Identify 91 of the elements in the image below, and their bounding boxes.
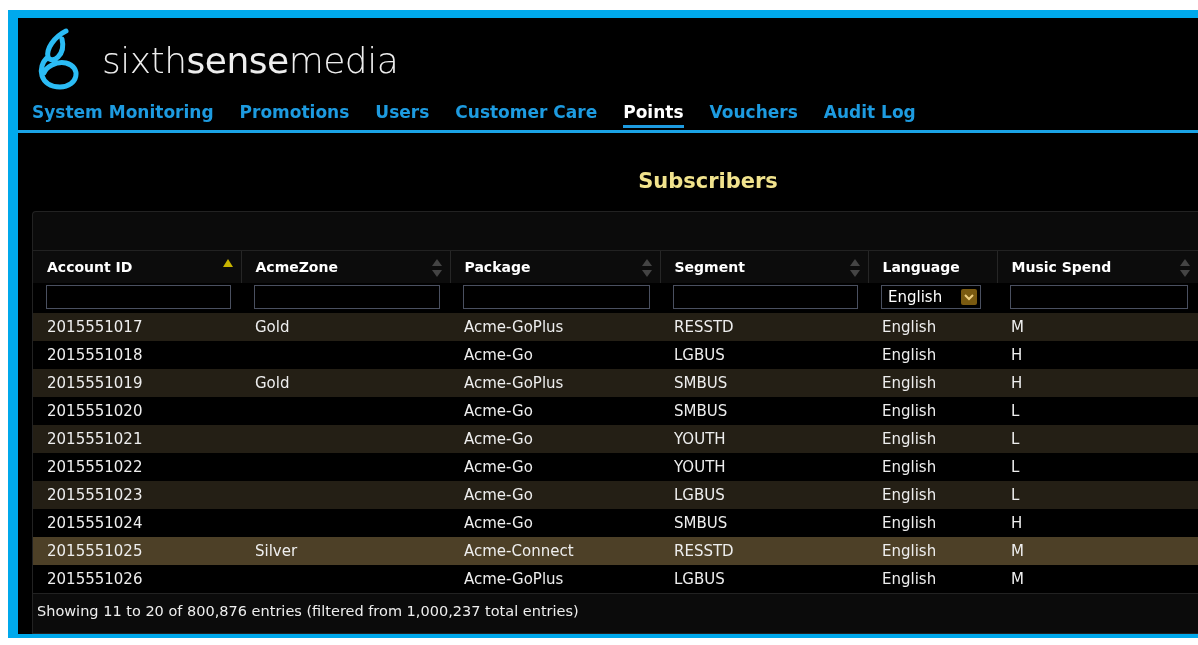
- table-cell: Acme-GoPlus: [464, 318, 564, 336]
- table-row[interactable]: 2015551026 Acme-GoPlus LGBUS English M: [33, 565, 1198, 593]
- table-row[interactable]: 2015551025 Silver Acme-Connect RESSTD English M: [33, 537, 1198, 565]
- table-cell: LGBUS: [674, 486, 725, 504]
- table-row[interactable]: 2015551020 Acme-Go SMBUS English L: [33, 397, 1198, 425]
- table-cell: SMBUS: [674, 374, 728, 392]
- table-cell: YOUTH: [674, 458, 726, 476]
- nav-tab[interactable]: System Monitoring: [32, 102, 214, 128]
- column-header[interactable]: Package: [450, 251, 660, 283]
- sort-icon[interactable]: [1179, 259, 1190, 277]
- table-cell: H: [1011, 514, 1023, 532]
- table-cell: English: [882, 402, 937, 420]
- table-cell: English: [882, 486, 937, 504]
- table-cell: English: [882, 318, 937, 336]
- table-cell: English: [882, 570, 937, 588]
- nav-tab[interactable]: Users: [375, 102, 430, 128]
- nav-tab[interactable]: Points: [623, 102, 684, 128]
- table-cell: 2015551021: [47, 430, 143, 448]
- table-cell: English: [882, 346, 937, 364]
- page-title: Subscribers: [637, 169, 779, 193]
- table-cell: H: [1011, 346, 1023, 364]
- table-cell: English: [882, 430, 937, 448]
- table-cell: YOUTH: [674, 430, 726, 448]
- table-cell: Gold: [255, 374, 290, 392]
- table-cell: 2015551020: [47, 402, 143, 420]
- filter-field[interactable]: [463, 285, 650, 309]
- table-row[interactable]: 2015551022 Acme-Go YOUTH English L: [33, 453, 1198, 481]
- table-cell: Acme-GoPlus: [464, 374, 564, 392]
- table-cell: English: [882, 514, 937, 532]
- table-cell: 2015551025: [47, 542, 143, 560]
- table-cell: LGBUS: [674, 570, 725, 588]
- filter-field[interactable]: [46, 285, 231, 309]
- filter-field[interactable]: [673, 285, 858, 309]
- caret-icon: [961, 289, 977, 305]
- sort-ascending-icon[interactable]: [222, 259, 233, 267]
- table-cell: H: [1011, 374, 1023, 392]
- filter-field[interactable]: [1010, 285, 1188, 309]
- nav-tab[interactable]: Customer Care: [455, 102, 598, 128]
- table-cell: 2015551023: [47, 486, 143, 504]
- table-cell: M: [1011, 570, 1024, 588]
- nav-tab[interactable]: Audit Log: [823, 102, 916, 128]
- table-cell: Gold: [255, 318, 290, 336]
- table-cell: L: [1011, 486, 1020, 504]
- table-row[interactable]: 2015551024 Acme-Go SMBUS English H: [33, 509, 1198, 537]
- table-cell: RESSTD: [674, 318, 734, 336]
- table-cell: L: [1011, 430, 1020, 448]
- table-cell: Acme-Go: [464, 346, 533, 364]
- table-cell: 2015551018: [47, 346, 143, 364]
- table-row[interactable]: 2015551017 Gold Acme-GoPlus RESSTD English M: [33, 313, 1198, 341]
- table-cell: 2015551024: [47, 514, 143, 532]
- table-cell: Acme-Go: [464, 402, 533, 420]
- table-cell: L: [1011, 402, 1020, 420]
- table-cell: SMBUS: [674, 402, 728, 420]
- table-cell: LGBUS: [674, 346, 725, 364]
- table-cell: Acme-Go: [464, 430, 533, 448]
- table-cell: 2015551026: [47, 570, 143, 588]
- column-header[interactable]: AcmeZone: [241, 251, 450, 283]
- sort-icon[interactable]: [849, 259, 860, 277]
- table-info: Showing 11 to 20 of 800,876 entries (filtered from 1,000,237 total entries): [33, 593, 1198, 628]
- table-cell: English: [882, 542, 937, 560]
- nav-tab[interactable]: Vouchers: [709, 102, 798, 128]
- table-cell: SMBUS: [674, 514, 728, 532]
- column-header[interactable]: Account ID: [33, 251, 241, 283]
- table-cell: Acme-Go: [464, 486, 533, 504]
- table-cell: English: [882, 458, 937, 476]
- column-header[interactable]: Music Spend: [997, 251, 1198, 283]
- table-cell: RESSTD: [674, 542, 734, 560]
- column-header[interactable]: Language: [868, 251, 997, 283]
- table-row[interactable]: 2015551023 Acme-Go LGBUS English L: [33, 481, 1198, 509]
- table-cell: L: [1011, 458, 1020, 476]
- table-row[interactable]: 2015551019 Gold Acme-GoPlus SMBUS English H: [33, 369, 1198, 397]
- table-row[interactable]: 2015551018 Acme-Go LGBUS English H: [33, 341, 1198, 369]
- table-cell: Acme-Go: [464, 458, 533, 476]
- sort-icon[interactable]: [641, 259, 652, 277]
- table-cell: Acme-GoPlus: [464, 570, 564, 588]
- table-cell: 2015551019: [47, 374, 143, 392]
- table-cell: Silver: [255, 542, 298, 560]
- table-cell: Acme-Connect: [464, 542, 574, 560]
- nav-tab[interactable]: Promotions: [239, 102, 350, 128]
- sort-icon[interactable]: [431, 259, 442, 277]
- table-cell: English: [882, 374, 937, 392]
- filter-field[interactable]: [254, 285, 440, 309]
- table-cell: 2015551022: [47, 458, 143, 476]
- table-row[interactable]: 2015551021 Acme-Go YOUTH English L: [33, 425, 1198, 453]
- table-cell: M: [1011, 318, 1024, 336]
- column-header[interactable]: Segment: [660, 251, 868, 283]
- table-cell: 2015551017: [47, 318, 143, 336]
- table-cell: Acme-Go: [464, 514, 533, 532]
- table-cell: M: [1011, 542, 1024, 560]
- logo-text: sixthsensemedia: [102, 39, 399, 81]
- language-filter-select[interactable]: English: [881, 285, 981, 309]
